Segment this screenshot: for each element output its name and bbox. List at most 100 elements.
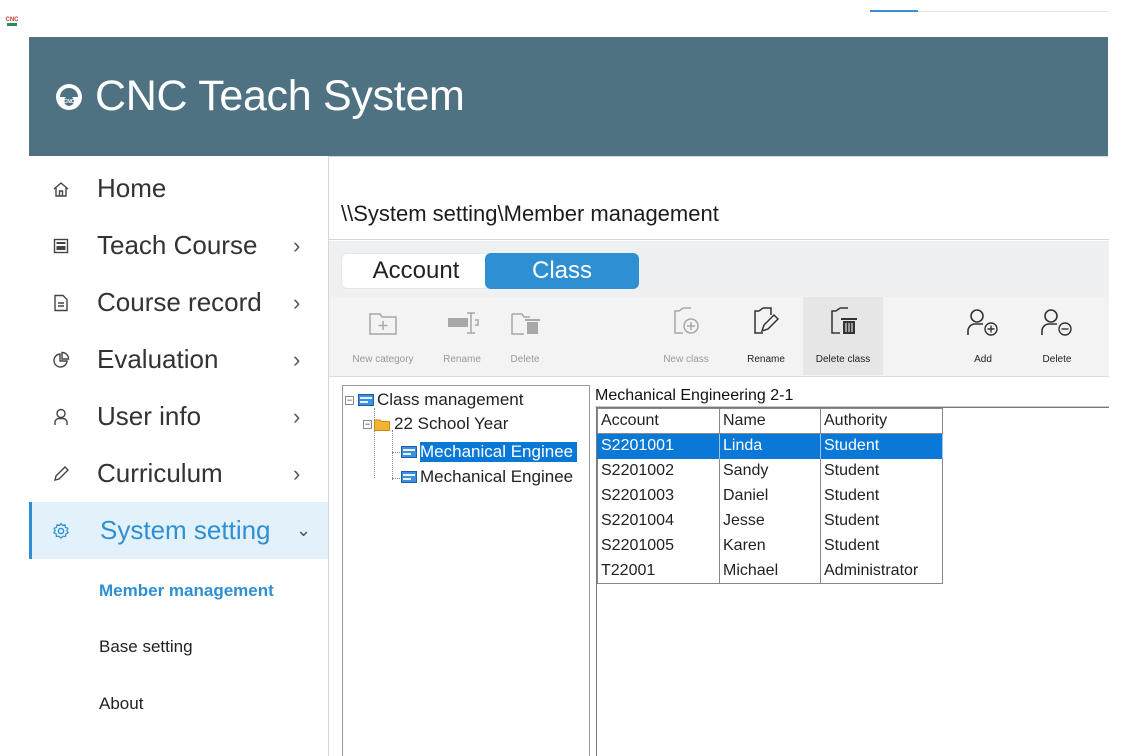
tree-node-class-2[interactable]: Mechanical Enginee bbox=[401, 465, 573, 489]
grid-title: Mechanical Engineering 2-1 bbox=[595, 387, 794, 404]
cell-account: S2201004 bbox=[597, 508, 720, 534]
tree-connector bbox=[392, 430, 393, 480]
add-user-icon bbox=[967, 309, 998, 336]
table-row[interactable]: T22001 Michael Administrator bbox=[597, 558, 943, 584]
tree-node-label: Mechanical Enginee bbox=[420, 442, 578, 462]
toolbar-label: Rename bbox=[747, 354, 785, 365]
sidebar-item-home[interactable]: Home bbox=[29, 160, 328, 217]
column-header-authority[interactable]: Authority bbox=[820, 408, 943, 434]
rename-category-icon bbox=[448, 312, 479, 334]
cell-name: Jesse bbox=[719, 508, 821, 534]
class-icon bbox=[401, 446, 417, 458]
delete-category-button[interactable]: Delete bbox=[485, 297, 565, 375]
cell-name: Sandy bbox=[719, 458, 821, 484]
sidebar-subitem-base-setting[interactable]: Base setting bbox=[99, 637, 193, 657]
sidebar-subitem-about[interactable]: About bbox=[99, 694, 143, 714]
add-user-button[interactable]: Add bbox=[943, 297, 1023, 375]
sidebar-item-evaluation[interactable]: Evaluation › bbox=[29, 331, 328, 388]
sidebar-item-label: System setting bbox=[100, 515, 271, 545]
tab-account[interactable]: Account bbox=[341, 253, 491, 289]
pencil-icon bbox=[51, 464, 71, 484]
chevron-right-icon: › bbox=[293, 460, 301, 486]
toolbar-label: New category bbox=[352, 354, 414, 365]
sidebar-item-teach-course[interactable]: Teach Course › bbox=[29, 217, 328, 274]
tree-node-root[interactable]: − Class management bbox=[345, 388, 523, 412]
cell-account: S2201002 bbox=[597, 458, 720, 484]
class-icon bbox=[401, 471, 417, 483]
sidebar-item-system-setting[interactable]: System setting ⌄ bbox=[29, 502, 328, 559]
app-window: CNC CNC CNC Teach System Home Teach Cour… bbox=[0, 0, 1145, 756]
remove-user-button[interactable]: Delete bbox=[1017, 297, 1097, 375]
sidebar-subitem-member-management[interactable]: Member management bbox=[99, 581, 274, 601]
new-category-button[interactable]: New category bbox=[343, 297, 423, 375]
tree-node-label: Class management bbox=[377, 390, 524, 409]
collapse-icon[interactable]: − bbox=[363, 419, 372, 429]
new-class-icon bbox=[674, 307, 699, 334]
home-icon bbox=[51, 179, 71, 199]
cell-authority: Student bbox=[820, 433, 943, 459]
delete-class-button[interactable]: Delete class bbox=[803, 297, 883, 375]
sidebar-item-user-info[interactable]: User info › bbox=[29, 388, 328, 445]
main-content: \\System setting\Member management Accou… bbox=[328, 156, 1109, 756]
column-header-account[interactable]: Account bbox=[597, 408, 720, 434]
tree-node-label: 22 School Year bbox=[394, 414, 509, 433]
cell-authority: Student bbox=[820, 508, 943, 534]
sidebar-item-label: User info bbox=[97, 401, 202, 431]
sidebar-item-label: Course record bbox=[97, 287, 262, 317]
breadcrumb: \\System setting\Member management bbox=[341, 201, 719, 226]
tree-node-school-year[interactable]: − 22 School Year bbox=[363, 412, 508, 436]
window-top-accent bbox=[870, 10, 918, 12]
sidebar-item-course-record[interactable]: Course record › bbox=[29, 274, 328, 331]
app-icon: CNC bbox=[6, 17, 19, 26]
cell-account: S2201005 bbox=[597, 533, 720, 559]
cell-name: Karen bbox=[719, 533, 821, 559]
chevron-right-icon: › bbox=[293, 346, 301, 372]
app-title: CNC Teach System bbox=[95, 72, 465, 120]
table-header-row: Account Name Authority bbox=[597, 408, 943, 434]
app-header-banner: CNC CNC Teach System bbox=[29, 37, 1108, 156]
sidebar-item-curriculum[interactable]: Curriculum › bbox=[29, 445, 328, 502]
table-row[interactable]: S2201004 Jesse Student bbox=[597, 508, 943, 534]
table-row[interactable]: S2201001 Linda Student bbox=[597, 433, 943, 459]
delete-category-icon bbox=[511, 313, 540, 335]
new-category-icon bbox=[369, 313, 397, 335]
cell-account: S2201001 bbox=[597, 433, 720, 459]
collapse-icon[interactable]: − bbox=[345, 395, 354, 405]
chevron-right-icon: › bbox=[293, 289, 301, 315]
toolbar-label: Add bbox=[974, 354, 992, 365]
class-group-icon bbox=[358, 394, 374, 406]
tab-bar: Account Class bbox=[329, 241, 1109, 297]
tree-node-class-1[interactable]: Mechanical Enginee bbox=[401, 440, 578, 464]
new-class-button[interactable]: New class bbox=[646, 297, 726, 375]
cell-authority: Administrator bbox=[820, 558, 943, 584]
table-row[interactable]: S2201002 Sandy Student bbox=[597, 458, 943, 484]
cell-authority: Student bbox=[820, 458, 943, 484]
rename-class-icon bbox=[754, 307, 780, 334]
svg-text:CNC: CNC bbox=[64, 99, 75, 105]
chevron-right-icon: › bbox=[293, 232, 301, 258]
cell-name: Michael bbox=[719, 558, 821, 584]
table-row[interactable]: S2201005 Karen Student bbox=[597, 533, 943, 559]
window-top-line bbox=[918, 11, 1108, 12]
member-table: Account Name Authority S2201001 Linda St… bbox=[597, 408, 943, 584]
member-grid[interactable]: Account Name Authority S2201001 Linda St… bbox=[596, 407, 1109, 756]
content-divider bbox=[329, 239, 1109, 240]
class-tree[interactable]: − Class management − 22 School Year Mech… bbox=[342, 385, 590, 756]
rename-class-button[interactable]: Rename bbox=[726, 297, 806, 375]
cell-account: S2201003 bbox=[597, 483, 720, 509]
table-row[interactable]: S2201003 Daniel Student bbox=[597, 483, 943, 509]
cnc-logo-icon: CNC bbox=[56, 83, 82, 110]
user-icon bbox=[51, 407, 71, 427]
tab-class[interactable]: Class bbox=[485, 253, 639, 289]
tree-node-label: Mechanical Enginee bbox=[420, 467, 574, 486]
document-icon bbox=[51, 293, 71, 313]
delete-class-icon bbox=[831, 307, 857, 334]
chevron-down-icon: ⌄ bbox=[296, 520, 312, 540]
column-header-name[interactable]: Name bbox=[719, 408, 821, 434]
sidebar-item-label: Curriculum bbox=[97, 458, 223, 488]
toolbar-label: Rename bbox=[443, 354, 481, 365]
toolbar-label: Delete class bbox=[815, 354, 871, 365]
toolbar: New category Rename Delete New class Ren… bbox=[329, 297, 1109, 377]
sidebar-item-label: Teach Course bbox=[97, 230, 258, 260]
cell-authority: Student bbox=[820, 533, 943, 559]
